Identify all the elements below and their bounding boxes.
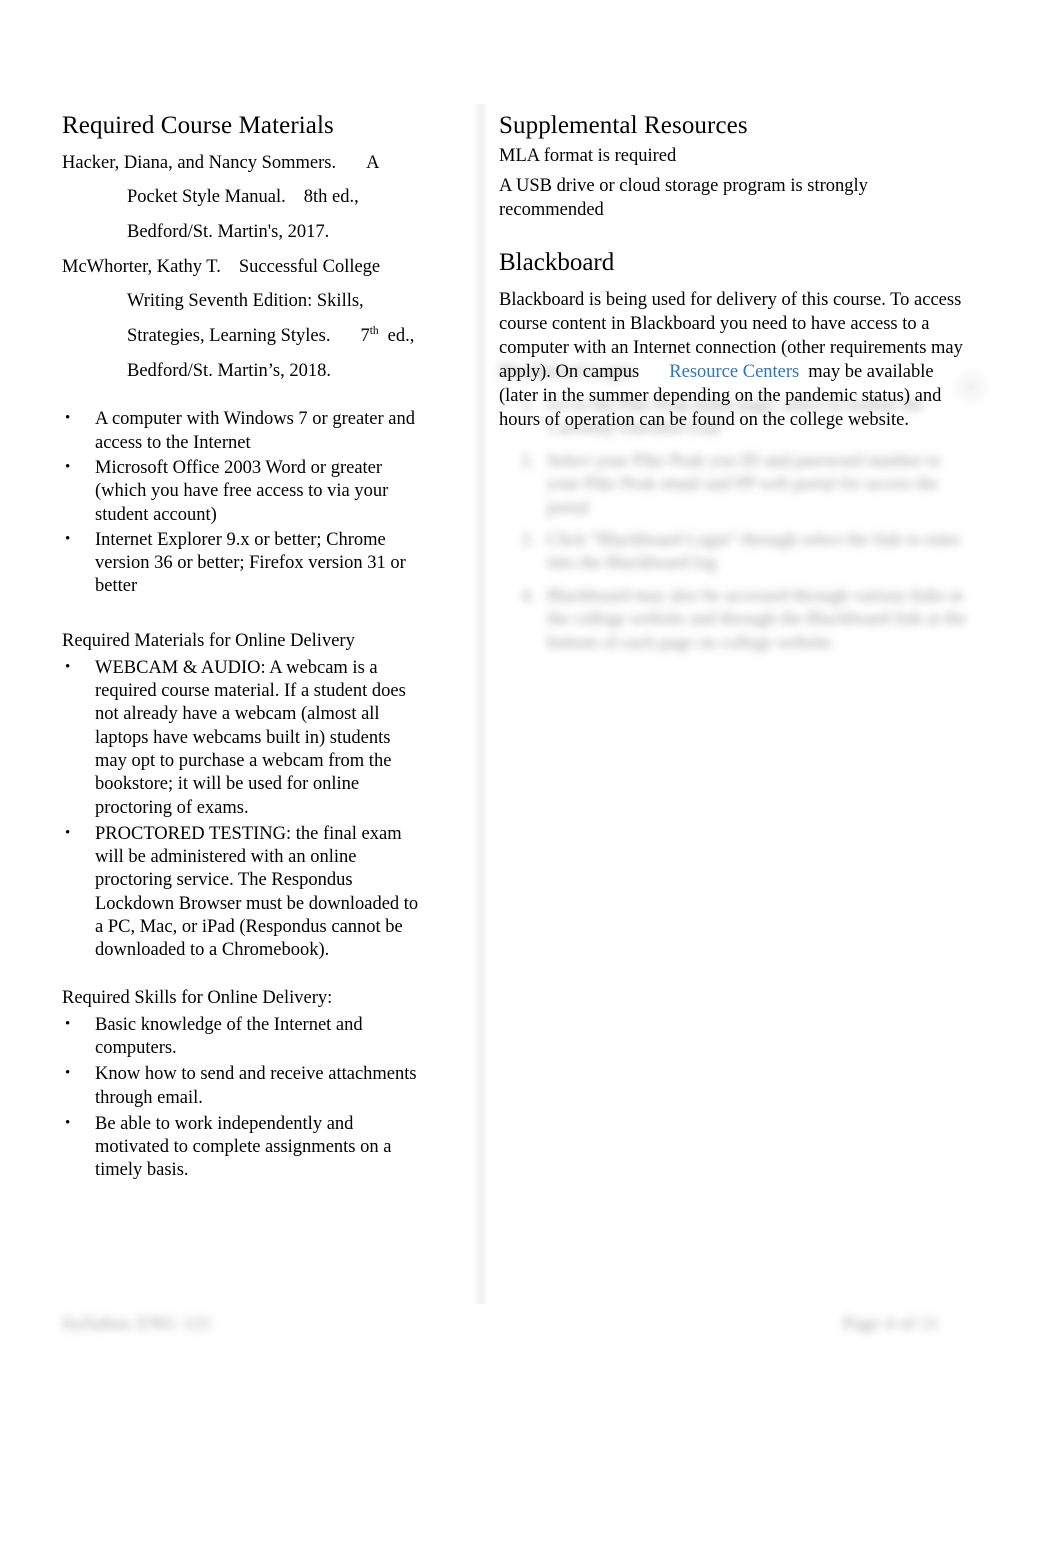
- usb-storage-text: A USB drive or cloud storage program is …: [499, 176, 868, 221]
- citation-edition: ed.,: [387, 326, 415, 347]
- citation-line: Writing Seventh Edition: Skills,: [62, 289, 422, 313]
- supplemental-resources-heading: Supplemental Resources: [499, 112, 748, 139]
- online-skills-label: Required Skills for Online Delivery:: [62, 987, 333, 1008]
- citation-author: Hacker, Diana, and Nancy Sommers.: [62, 153, 337, 173]
- citation-line: Pocket Style Manual. 8th ed.,: [62, 185, 422, 209]
- list-item: Internet Explorer 9.x or better; Chrome …: [62, 529, 422, 599]
- list-item: PROCTORED TESTING: the final exam will b…: [62, 823, 422, 963]
- citation-publisher: Bedford/St. Martin's, 2017.: [127, 222, 330, 243]
- citation-title: Writing Seventh Edition: Skills,: [127, 291, 364, 312]
- left-column: Required Course Materials Hacker, Diana,…: [62, 112, 422, 1186]
- list-item: Click “Blackboard Login” through select …: [539, 528, 969, 575]
- citation-title-start: A: [366, 153, 380, 173]
- list-item: Microsoft Office 2003 Word or greater (w…: [62, 457, 422, 527]
- online-delivery-list: WEBCAM & AUDIO: A webcam is a required c…: [62, 657, 422, 963]
- redacted-footer-right: Page 4 of 11: [843, 1313, 939, 1333]
- citation-line: Bedford/St. Martin's, 2017.: [62, 220, 422, 244]
- blackboard-heading: Blackboard: [499, 249, 615, 277]
- online-delivery-label: Required Materials for Online Delivery: [62, 630, 355, 651]
- list-item: Basic knowledge of the Internet and comp…: [62, 1014, 422, 1061]
- citation-author: McWhorter, Kathy T.: [62, 257, 221, 278]
- citation-hacker: Hacker, Diana, and Nancy Sommers. A Pocke…: [62, 151, 422, 244]
- list-item: A computer with Windows 7 or greater and…: [62, 408, 422, 455]
- document-page: Required Course Materials Hacker, Diana,…: [0, 0, 1062, 1561]
- list-item: Blackboard may also be accessed through …: [539, 584, 969, 654]
- mla-format-text: MLA format is required: [499, 146, 677, 166]
- citation-subtitle: Strategies, Learning Styles.: [127, 326, 331, 347]
- redacted-footer-left: Syllabus ENG 121: [62, 1313, 213, 1333]
- resource-centers-link[interactable]: Resource: [669, 362, 738, 382]
- citation-title-start: Successful College: [238, 257, 381, 278]
- blackboard-paragraph: Blackboard is being used for delivery of…: [499, 288, 969, 432]
- edition-number: 7: [360, 326, 370, 347]
- citation-edition: 8th ed.,: [303, 187, 359, 208]
- citation-line: Bedford/St. Martin’s, 2018.: [62, 359, 422, 383]
- list-item: Select your Pike Peak you ID and passwor…: [539, 449, 969, 519]
- resource-centers-link-continued[interactable]: Centers: [743, 362, 800, 382]
- online-skills-list: Basic knowledge of the Internet and comp…: [62, 1014, 422, 1183]
- list-item: WEBCAM & AUDIO: A webcam is a required c…: [62, 657, 422, 820]
- ordinal-suffix: th: [369, 325, 379, 338]
- citation-author-line: Hacker, Diana, and Nancy Sommers. A: [62, 151, 422, 175]
- citation-title: Pocket Style Manual.: [127, 187, 286, 208]
- requirements-list: A computer with Windows 7 or greater and…: [62, 408, 422, 598]
- citation-mcwhorter: McWhorter, Kathy T. Successful College Wr…: [62, 255, 422, 383]
- citation-publisher: Bedford/St. Martin’s, 2018.: [127, 361, 332, 382]
- citation-author-line: McWhorter, Kathy T. Successful College: [62, 255, 422, 279]
- right-column: Supplemental Resources MLA format is req…: [499, 112, 969, 432]
- list-item: Know how to send and receive attachments…: [62, 1063, 422, 1110]
- column-divider: [474, 104, 488, 1304]
- citation-line: Strategies, Learning Styles. 7th ed.,: [62, 324, 422, 348]
- page-title: Required Course Materials: [62, 112, 334, 139]
- list-item: Be able to work independently and motiva…: [62, 1113, 422, 1183]
